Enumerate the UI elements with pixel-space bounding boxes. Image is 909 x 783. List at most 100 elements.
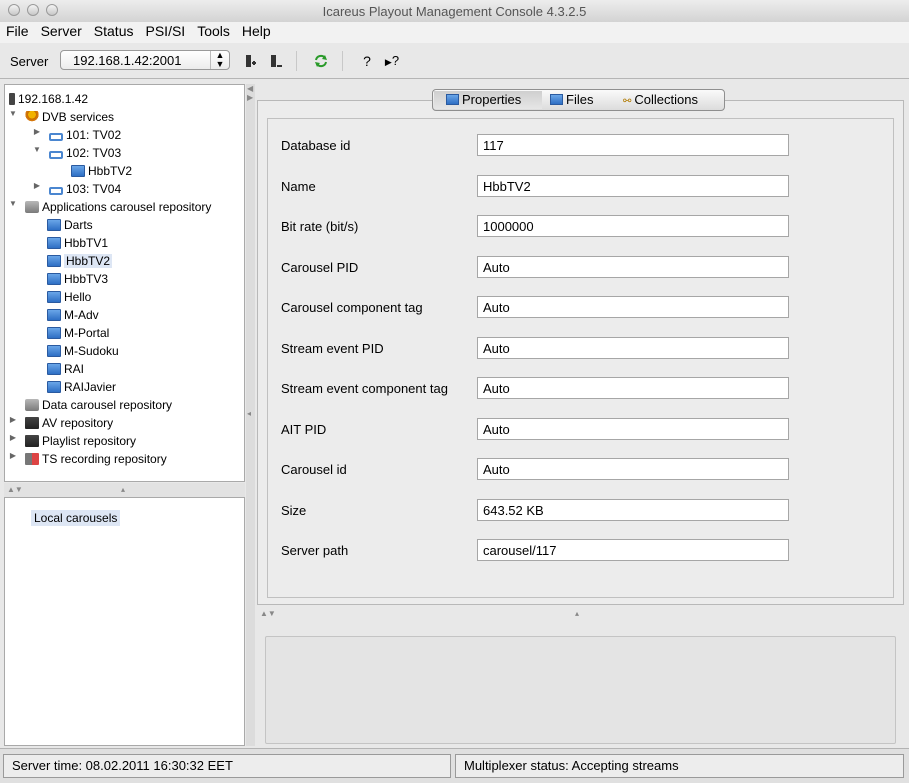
application-icon	[47, 363, 61, 375]
tab-files[interactable]: Files	[550, 91, 615, 109]
tree-node-server[interactable]: 192.168.1.42	[9, 90, 88, 108]
stream-event-pid-field[interactable]: Auto	[477, 337, 789, 359]
field-label: Carousel id	[281, 462, 347, 477]
tree-label: TS recording repository	[42, 452, 167, 466]
tree-node-app[interactable]: HbbTV3	[47, 270, 108, 288]
field-label: Stream event component tag	[281, 381, 448, 396]
tree-label: 102: TV03	[66, 146, 122, 160]
collapsed-triangle-icon[interactable]: ▶	[32, 127, 42, 136]
tree-node-app-selected[interactable]: HbbTV2	[47, 252, 113, 270]
expanded-triangle-icon[interactable]: ▼	[8, 109, 18, 118]
help-icon[interactable]: ?	[359, 53, 375, 69]
application-icon	[47, 345, 61, 357]
carousel-id-field[interactable]: Auto	[477, 458, 789, 480]
tree-node-app[interactable]: M-Sudoku	[47, 342, 119, 360]
collapsed-triangle-icon[interactable]: ▶	[8, 451, 18, 460]
application-icon	[47, 327, 61, 339]
carousel-component-tag-field[interactable]: Auto	[477, 296, 789, 318]
application-icon	[47, 381, 61, 393]
context-help-icon[interactable]: ▶?	[384, 53, 400, 69]
tree-node-service-102[interactable]: 102: TV03	[49, 144, 121, 162]
add-server-icon[interactable]	[243, 53, 259, 69]
server-path-field[interactable]: carousel/117	[477, 539, 789, 561]
field-label: Carousel component tag	[281, 300, 423, 315]
splitter-grip-icon[interactable]: ▴	[121, 485, 125, 494]
tab-collections[interactable]: ⚯ Collections	[623, 91, 723, 109]
bit-rate-field[interactable]: 1000000	[477, 215, 789, 237]
context-help-glyph: ?	[391, 53, 400, 68]
tree-node-av-repository[interactable]: AV repository	[25, 414, 113, 432]
menu-help[interactable]: Help	[242, 22, 271, 39]
tree-label: HbbTV3	[64, 272, 109, 286]
tree-node-ts-recording-repository[interactable]: TS recording repository	[25, 450, 167, 468]
tab-properties[interactable]: Properties	[434, 91, 542, 109]
name-field[interactable]: HbbTV2	[477, 175, 789, 197]
properties-icon	[446, 94, 459, 105]
tree-label: 103: TV04	[66, 182, 122, 196]
menu-file[interactable]: File	[6, 22, 29, 39]
tree-node-app[interactable]: RAIJavier	[47, 378, 116, 396]
splitter-grip-icon[interactable]: ◂	[247, 409, 251, 418]
menu-status[interactable]: Status	[94, 22, 134, 39]
tree-node-app[interactable]: M-Portal	[47, 324, 109, 342]
field-label: Stream event PID	[281, 341, 384, 356]
tree-node-data-repository[interactable]: Data carousel repository	[25, 396, 172, 414]
size-field[interactable]: 643.52 KB	[477, 499, 789, 521]
horizontal-splitter[interactable]: ▲▼ ▴	[257, 605, 904, 631]
field-label: Server path	[281, 543, 349, 558]
stream-event-component-tag-field[interactable]: Auto	[477, 377, 789, 399]
tree-node-service-102-app[interactable]: HbbTV2	[71, 162, 132, 180]
tree-node-app[interactable]: HbbTV1	[47, 234, 108, 252]
splitter-arrows-icon[interactable]: ▲▼	[7, 485, 23, 494]
remove-server-icon[interactable]	[268, 53, 284, 69]
vertical-splitter[interactable]: ◀ ▶ ◂	[246, 84, 255, 746]
tree-label: HbbTV2	[64, 254, 113, 268]
collapsed-triangle-icon[interactable]: ▶	[8, 415, 18, 424]
ts-recording-icon	[25, 453, 39, 465]
tree-label: AV repository	[42, 416, 114, 430]
horizontal-splitter[interactable]: ▲▼ ▴	[4, 483, 245, 497]
server-label: Server	[10, 54, 49, 69]
refresh-icon[interactable]	[313, 53, 329, 69]
service-icon	[49, 151, 63, 159]
tree-label: RAIJavier	[64, 380, 117, 394]
tree-label: DVB services	[42, 110, 115, 124]
expanded-triangle-icon[interactable]: ▼	[32, 145, 42, 154]
tree-node-playlist-repository[interactable]: Playlist repository	[25, 432, 136, 450]
server-icon	[9, 93, 15, 105]
tree-node-app[interactable]: RAI	[47, 360, 84, 378]
server-select[interactable]: 192.168.1.42:2001 ▲ ▼	[60, 50, 230, 70]
playlist-repository-icon	[25, 435, 39, 447]
application-icon	[47, 291, 61, 303]
local-carousels-panel[interactable]: Local carousels	[4, 497, 245, 746]
carousel-pid-field[interactable]: Auto	[477, 256, 789, 278]
field-label: Carousel PID	[281, 260, 359, 275]
tree-node-app[interactable]: Darts	[47, 216, 93, 234]
tree-label: RAI	[64, 362, 85, 376]
ait-pid-field[interactable]: Auto	[477, 418, 789, 440]
collapsed-triangle-icon[interactable]: ▶	[8, 433, 18, 442]
splitter-arrows-icon[interactable]: ▲▼	[260, 609, 276, 618]
repository-tree[interactable]: 192.168.1.42 ▼ DVB services ▶ 101: TV02 …	[4, 84, 245, 482]
menu-psisi[interactable]: PSI/SI	[146, 22, 186, 39]
field-label: Database id	[281, 138, 351, 153]
tree-node-dvb-services[interactable]: DVB services	[25, 108, 114, 126]
field-label: Size	[281, 503, 307, 518]
tab-bar: Properties Files ⚯ Collections	[432, 89, 725, 111]
tree-node-app[interactable]: M-Adv	[47, 306, 99, 324]
tree-node-applications-repository[interactable]: Applications carousel repository	[25, 198, 211, 216]
tree-label: 192.168.1.42	[18, 92, 89, 106]
menu-server[interactable]: Server	[41, 22, 82, 39]
expanded-triangle-icon[interactable]: ▼	[8, 199, 18, 208]
title-bar: Icareus Playout Management Console 4.3.2…	[0, 0, 909, 23]
database-id-field[interactable]: 117	[477, 134, 789, 156]
menu-tools[interactable]: Tools	[197, 22, 230, 39]
splitter-arrows-icon[interactable]: ◀ ▶	[247, 84, 253, 102]
tree-node-service-103[interactable]: 103: TV04	[49, 180, 121, 198]
collapsed-triangle-icon[interactable]: ▶	[32, 181, 42, 190]
tree-node-service-101[interactable]: 101: TV02	[49, 126, 121, 144]
splitter-grip-icon[interactable]: ▴	[575, 609, 579, 618]
local-carousels-item[interactable]: Local carousels	[31, 510, 121, 526]
tree-node-app[interactable]: Hello	[47, 288, 91, 306]
service-icon	[49, 187, 63, 195]
